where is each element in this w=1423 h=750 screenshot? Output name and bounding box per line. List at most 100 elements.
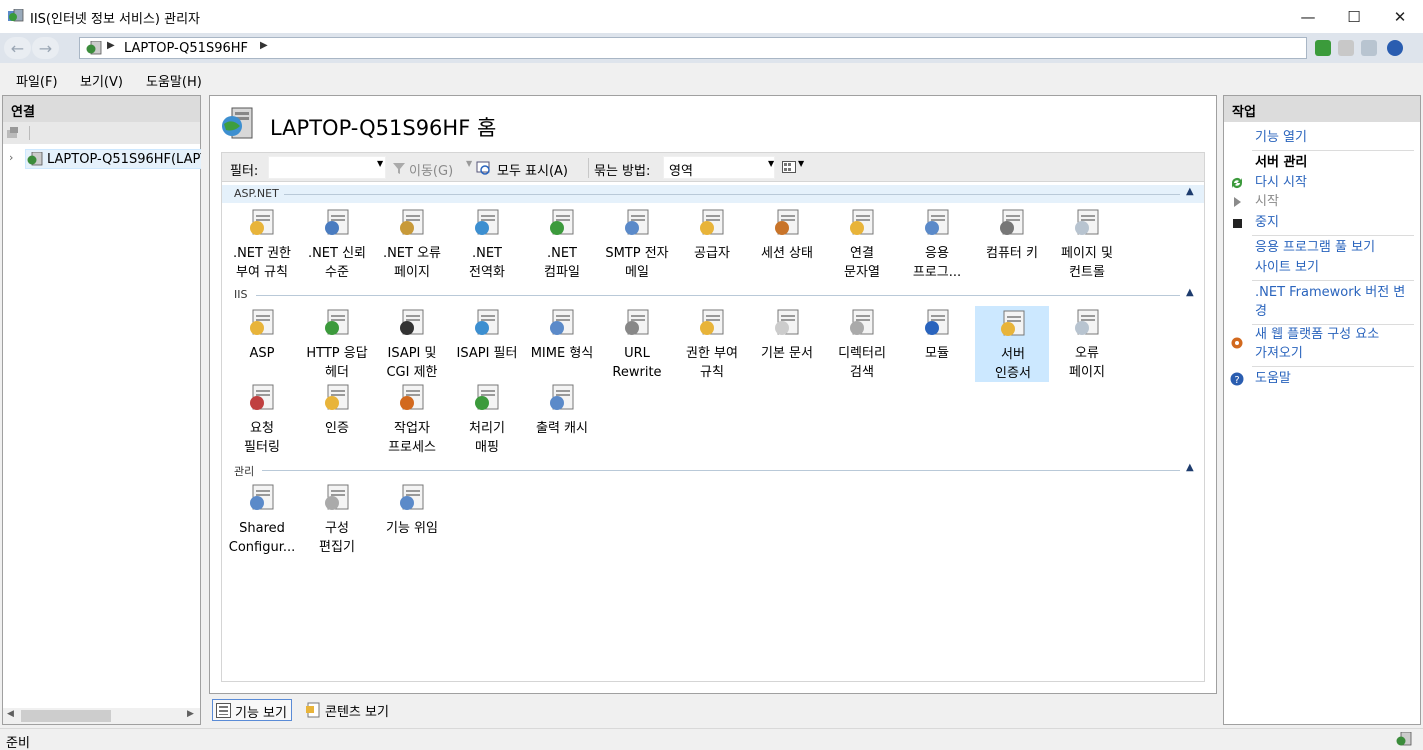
filter-input[interactable] <box>268 156 386 179</box>
feature-label: 세션 상태 <box>761 246 813 261</box>
group-by-dropdown-icon[interactable]: ▼ <box>768 159 774 168</box>
feature-tile[interactable]: .NET 컴파일 <box>525 206 599 282</box>
start-link[interactable]: 시작 <box>1255 192 1415 211</box>
scroll-right-icon[interactable]: ▶ <box>187 709 194 719</box>
group-header-iis[interactable]: IIS ▲ <box>222 286 1204 304</box>
actions-divider <box>1252 235 1414 236</box>
feature-tile[interactable]: HTTP 응답 헤더 <box>300 306 374 382</box>
feature-tile[interactable]: SMTP 전자 메일 <box>600 206 674 282</box>
tree-item-server[interactable]: › LAPTOP-Q51S96HF(LAPTOP-Q51S96HF) <box>7 149 201 169</box>
feature-tile[interactable]: 작업자 프로세스 <box>375 381 449 457</box>
restart-icon <box>1232 178 1242 188</box>
feature-tile[interactable]: 디렉터리 검색 <box>825 306 899 382</box>
breadcrumb-chevron-icon[interactable]: ▶ <box>260 40 268 51</box>
feature-tile[interactable]: 인증 <box>300 381 374 457</box>
feature-tile[interactable]: .NET 신뢰 수준 <box>300 206 374 282</box>
feature-tile[interactable]: 응용 프로그... <box>900 206 974 282</box>
feature-tile[interactable]: 연결 문자열 <box>825 206 899 282</box>
minimize-button[interactable]: — <box>1285 0 1331 33</box>
view-mode-dropdown-icon[interactable]: ▼ <box>798 159 804 168</box>
horizontal-scrollbar[interactable]: ◀ ▶ <box>3 708 200 724</box>
feature-label: 응용 프로그... <box>912 246 962 280</box>
connect-icon[interactable] <box>6 126 20 140</box>
collapse-icon[interactable]: ▲ <box>1186 186 1194 197</box>
view-sites-link[interactable]: 사이트 보기 <box>1255 258 1415 277</box>
feature-tile[interactable]: 오류 페이지 <box>1050 306 1124 382</box>
maximize-button[interactable]: ☐ <box>1331 0 1377 33</box>
features-view-tab[interactable]: 기능 보기 <box>212 699 292 721</box>
home-icon[interactable] <box>1361 40 1377 56</box>
feature-tile[interactable]: MIME 형식 <box>525 306 599 382</box>
menu-help[interactable]: 도움말(H) <box>146 71 202 90</box>
feature-tile[interactable]: ISAPI 필터 <box>450 306 524 382</box>
feature-tile[interactable]: URL Rewrite <box>600 306 674 382</box>
address-field[interactable]: ▶ LAPTOP-Q51S96HF ▶ <box>79 37 1307 59</box>
menu-file[interactable]: 파일(F) <box>16 71 58 90</box>
feature-tile[interactable]: 출력 캐시 <box>525 381 599 457</box>
iis-app-icon <box>8 9 24 22</box>
feature-label: 권한 부여 규칙 <box>686 346 738 380</box>
forward-button[interactable]: → <box>32 37 59 59</box>
feature-tile[interactable]: ASP <box>225 306 299 382</box>
feature-tile[interactable]: 모듈 <box>900 306 974 382</box>
restart-link[interactable]: 다시 시작 <box>1255 173 1415 192</box>
group-header-aspnet[interactable]: ASP.NET ▲ <box>222 185 1204 203</box>
scroll-left-icon[interactable]: ◀ <box>7 709 14 719</box>
feature-tile[interactable]: 요청 필터링 <box>225 381 299 457</box>
feature-tile[interactable]: 서버 인증서 <box>975 306 1049 382</box>
stop-icon[interactable] <box>1338 40 1354 56</box>
go-dropdown-icon[interactable]: ▼ <box>466 159 472 168</box>
collapse-icon[interactable]: ▲ <box>1186 462 1194 473</box>
group-header-management[interactable]: 관리 ▲ <box>222 461 1204 479</box>
feature-label: .NET 컴파일 <box>544 246 580 280</box>
collapse-icon[interactable]: ▲ <box>1186 287 1194 298</box>
feature-tile[interactable]: 페이지 및 컨트롤 <box>1050 206 1124 282</box>
connections-panel: 연결 › LAPTOP-Q51S96HF(LAPTOP-Q51S96HF) ◀ … <box>2 95 201 725</box>
breadcrumb-host[interactable]: LAPTOP-Q51S96HF <box>124 41 248 56</box>
shared-config-icon <box>250 484 274 510</box>
web-platform-link-cont[interactable]: 가져오기 <box>1255 344 1415 363</box>
content-view-tab[interactable]: 콘텐츠 보기 <box>303 699 393 721</box>
feature-label: .NET 전역화 <box>469 246 505 280</box>
start-icon <box>1234 197 1241 207</box>
back-button[interactable]: ← <box>4 37 31 59</box>
group-divider <box>284 194 1180 195</box>
feature-tile[interactable]: 권한 부여 규칙 <box>675 306 749 382</box>
group-by-select[interactable]: 영역 <box>663 156 775 179</box>
feature-tile[interactable]: 처리기 매핑 <box>450 381 524 457</box>
scroll-thumb[interactable] <box>21 710 111 722</box>
show-all-button[interactable]: 모두 표시(A) <box>497 160 568 179</box>
feature-tile[interactable]: .NET 오류 페이지 <box>375 206 449 282</box>
change-net-framework-link-cont[interactable]: 경 <box>1255 302 1415 321</box>
feature-tile[interactable]: ISAPI 및 CGI 제한 <box>375 306 449 382</box>
feature-tile[interactable]: 컴퓨터 키 <box>975 206 1049 282</box>
filter-dropdown-icon[interactable]: ▼ <box>377 159 383 168</box>
feature-tile[interactable]: 구성 편집기 <box>300 481 374 557</box>
content-view-icon <box>306 702 320 718</box>
help-link[interactable]: 도움말 <box>1255 369 1415 388</box>
feature-tile[interactable]: 공급자 <box>675 206 749 282</box>
stop-link[interactable]: 중지 <box>1255 213 1415 232</box>
web-platform-link[interactable]: 새 웹 플랫폼 구성 요소 <box>1255 325 1415 344</box>
smtp-email-icon <box>625 209 649 235</box>
feature-tile[interactable]: .NET 전역화 <box>450 206 524 282</box>
feature-tile[interactable]: Shared Configur... <box>225 481 299 557</box>
session-state-icon <box>775 209 799 235</box>
feature-tile[interactable]: 기본 문서 <box>750 306 824 382</box>
expand-icon[interactable]: › <box>9 151 13 164</box>
change-net-framework-link[interactable]: .NET Framework 버전 변 <box>1255 283 1415 302</box>
breadcrumb-chevron-icon[interactable]: ▶ <box>107 40 115 51</box>
help-icon[interactable] <box>1387 40 1403 56</box>
view-app-pools-link[interactable]: 응용 프로그램 풀 보기 <box>1255 238 1415 257</box>
open-feature-link[interactable]: 기능 열기 <box>1255 128 1415 147</box>
close-button[interactable]: ✕ <box>1377 0 1423 33</box>
view-mode-icon[interactable] <box>782 161 796 173</box>
feature-label: 구성 편집기 <box>319 521 355 555</box>
menu-view[interactable]: 보기(V) <box>80 71 123 90</box>
feature-tile[interactable]: .NET 권한 부여 규칙 <box>225 206 299 282</box>
refresh-icon[interactable] <box>1315 40 1331 56</box>
feature-tile[interactable]: 기능 위임 <box>375 481 449 557</box>
feature-tile[interactable]: 세션 상태 <box>750 206 824 282</box>
feature-label: HTTP 응답 헤더 <box>306 346 368 380</box>
go-button[interactable]: 이동(G) <box>409 160 453 179</box>
